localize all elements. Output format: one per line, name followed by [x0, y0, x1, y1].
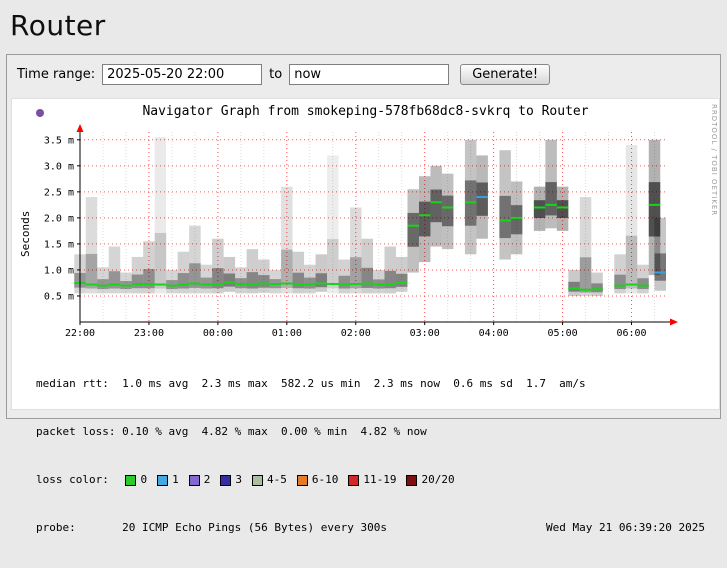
time-range-label: Time range:: [17, 67, 95, 82]
svg-text:23:00: 23:00: [134, 328, 164, 339]
generate-button[interactable]: Generate!: [460, 64, 550, 85]
loss-color-swatch: [189, 475, 200, 486]
content-panel: Time range: to Generate! Navigator Graph…: [6, 54, 721, 419]
loss-color-title: loss color:: [36, 472, 115, 488]
loss-color-value: 1: [172, 472, 179, 488]
svg-text:0.5 m: 0.5 m: [44, 291, 74, 302]
loss-color-swatch: [406, 475, 417, 486]
svg-text:01:00: 01:00: [272, 328, 302, 339]
svg-text:1.5 m: 1.5 m: [44, 239, 74, 250]
loss-color-swatch: [220, 475, 231, 486]
to-label: to: [269, 67, 282, 82]
median-rtt-line: median rtt: 1.0 ms avg 2.3 ms max 582.2 …: [36, 376, 719, 392]
loss-color-swatch: [252, 475, 263, 486]
loss-color-value: 4-5: [267, 472, 287, 488]
graph-stats: median rtt: 1.0 ms avg 2.3 ms max 582.2 …: [12, 344, 719, 568]
loss-color-swatch: [125, 475, 136, 486]
svg-text:22:00: 22:00: [65, 328, 95, 339]
y-axis-label: Seconds: [19, 211, 32, 257]
svg-text:3.5 m: 3.5 m: [44, 135, 74, 146]
loss-legend-items: 0 1 2 3 4-5 6-10 11-19 20/20: [115, 472, 454, 488]
latency-plot[interactable]: 22:00 23:00 00:00 01:00 02:00 03:00 04:00 05:00…: [16, 122, 718, 342]
loss-color-swatch: [157, 475, 168, 486]
svg-text:1.0 m: 1.0 m: [44, 265, 74, 276]
start-time-input[interactable]: [102, 64, 262, 85]
loss-color-value: 6-10: [312, 472, 339, 488]
svg-text:02:00: 02:00: [341, 328, 371, 339]
svg-text:3.0 m: 3.0 m: [44, 161, 74, 172]
rrdtool-watermark: RRDTOOL / TOBI OETIKER: [710, 104, 718, 216]
time-range-form: Time range: to Generate!: [9, 64, 718, 85]
smokeping-graph[interactable]: Navigator Graph from smokeping-578fb68dc…: [11, 98, 720, 410]
loss-color-value: 0: [140, 472, 147, 488]
graph-timestamp: Wed May 21 06:39:20 2025: [546, 520, 705, 536]
loss-color-value: 3: [235, 472, 242, 488]
probe-row: probe: 20 ICMP Echo Pings (56 Bytes) eve…: [36, 520, 719, 536]
loss-color-row: loss color: 0 1 2 3 4-5 6-10 11-19 20/20: [36, 472, 719, 488]
svg-text:2.5 m: 2.5 m: [44, 187, 74, 198]
svg-text:2.0 m: 2.0 m: [44, 213, 74, 224]
svg-text:00:00: 00:00: [203, 328, 233, 339]
svg-text:04:00: 04:00: [479, 328, 509, 339]
loss-color-value: 2: [204, 472, 211, 488]
loss-color-value: 20/20: [421, 472, 454, 488]
marker-dot: [36, 109, 44, 117]
page-title: Router: [0, 0, 727, 54]
svg-text:06:00: 06:00: [616, 328, 646, 339]
loss-color-value: 11-19: [363, 472, 396, 488]
loss-color-swatch: [297, 475, 308, 486]
svg-text:05:00: 05:00: [548, 328, 578, 339]
graph-title: Navigator Graph from smokeping-578fb68dc…: [12, 99, 719, 122]
end-time-input[interactable]: [289, 64, 449, 85]
probe-line: probe: 20 ICMP Echo Pings (56 Bytes) eve…: [36, 520, 387, 536]
loss-color-swatch: [348, 475, 359, 486]
svg-text:03:00: 03:00: [410, 328, 440, 339]
